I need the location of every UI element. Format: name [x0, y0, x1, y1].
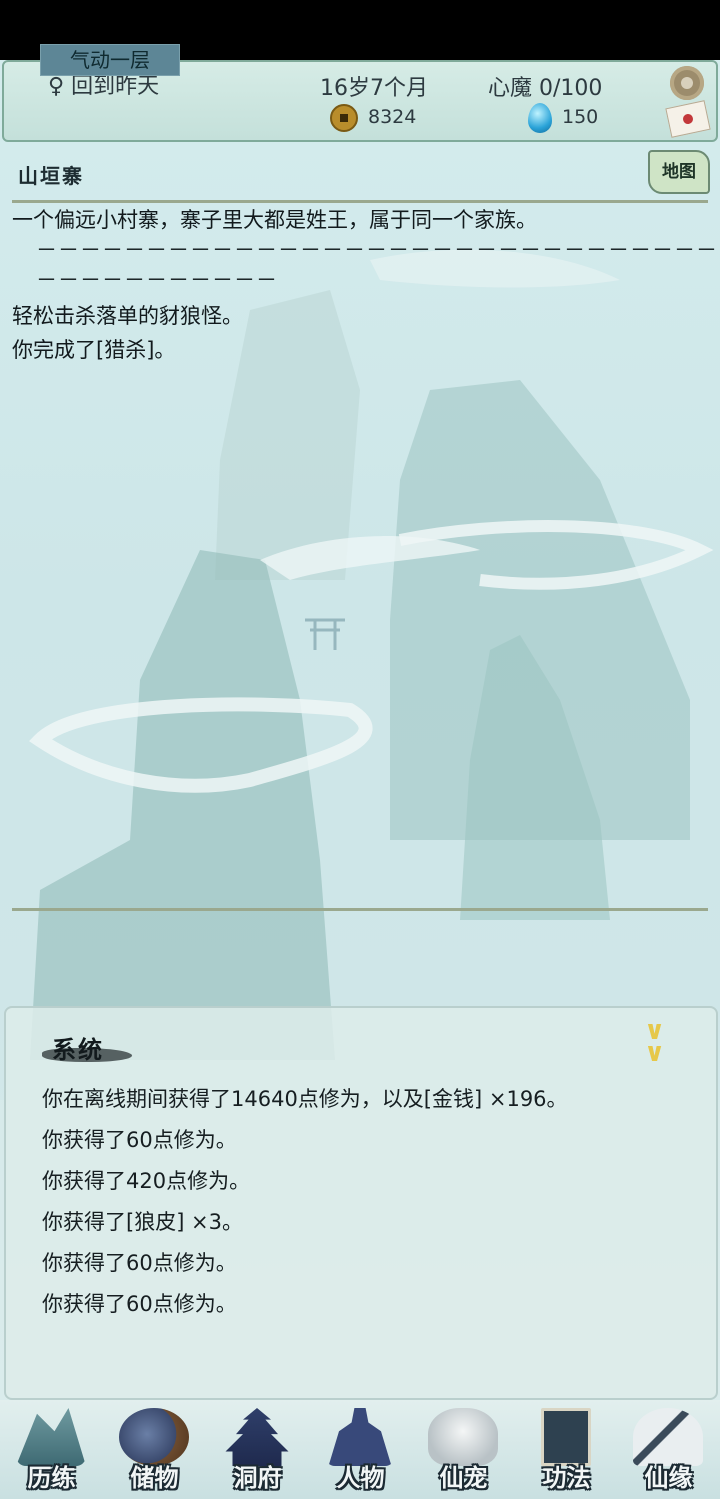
- event-area-divider: [12, 908, 708, 911]
- nav-label: 仙缘: [644, 1463, 693, 1492]
- nav-label: 历练: [27, 1463, 76, 1492]
- spirit-stone-count: 150: [562, 106, 599, 128]
- copper-coin-icon: [330, 104, 358, 132]
- nav-label: 洞府: [233, 1463, 282, 1492]
- nav-label: 储物: [130, 1463, 179, 1492]
- heart-demon-counter: 心魔 0/100: [488, 76, 603, 101]
- nav-label: 功法: [542, 1463, 591, 1492]
- dashed-separator: －－－－－－－－－－－－－－－－－－－－－－－－－－－－－－－－－－－－－－－－…: [36, 238, 718, 292]
- nav-cave-dwelling[interactable]: 洞府: [206, 1400, 309, 1499]
- cultivation-realm-badge[interactable]: 气动一层: [40, 44, 180, 76]
- system-message: 你获得了420点修为。: [42, 1169, 251, 1193]
- settings-gear-icon[interactable]: [670, 66, 704, 100]
- nav-label: 仙宠: [439, 1463, 488, 1492]
- system-message: 你获得了60点修为。: [42, 1128, 237, 1152]
- location-title: 山垣寨: [18, 164, 84, 188]
- system-message: 你获得了60点修为。: [42, 1292, 237, 1316]
- system-panel-title: 系统: [52, 1035, 104, 1064]
- system-message: 你获得了[狼皮] ×3。: [42, 1210, 244, 1234]
- location-divider: [12, 200, 708, 203]
- coin-count: 8324: [368, 106, 417, 128]
- nav-techniques[interactable]: 功法: [515, 1400, 618, 1499]
- nav-spirit-pet[interactable]: 仙宠: [412, 1400, 515, 1499]
- nav-character[interactable]: 人物: [309, 1400, 412, 1499]
- map-button[interactable]: 地图: [648, 150, 710, 194]
- log-line: 轻松击杀落单的豺狼怪。: [12, 304, 243, 328]
- spirit-stone-icon: [528, 103, 552, 133]
- log-line: 你完成了[猎杀]。: [12, 338, 176, 362]
- gourd-icon: ♀: [48, 74, 65, 99]
- nav-training[interactable]: 历练: [0, 1400, 103, 1499]
- nav-storage[interactable]: 储物: [103, 1400, 206, 1499]
- system-message: 你获得了60点修为。: [42, 1251, 237, 1275]
- collapse-chevron-icon[interactable]: ∨ ∨: [644, 1018, 665, 1066]
- nav-fate[interactable]: 仙缘: [617, 1400, 720, 1499]
- system-message: 你在离线期间获得了14640点修为，以及[金钱] ×196。: [42, 1087, 568, 1111]
- character-age: 16岁7个月: [320, 76, 428, 101]
- nav-label: 人物: [336, 1463, 385, 1492]
- location-description: 一个偏远小村寨，寨子里大都是姓王，属于同一个家族。: [12, 208, 537, 232]
- system-message-panel[interactable]: [4, 1006, 718, 1400]
